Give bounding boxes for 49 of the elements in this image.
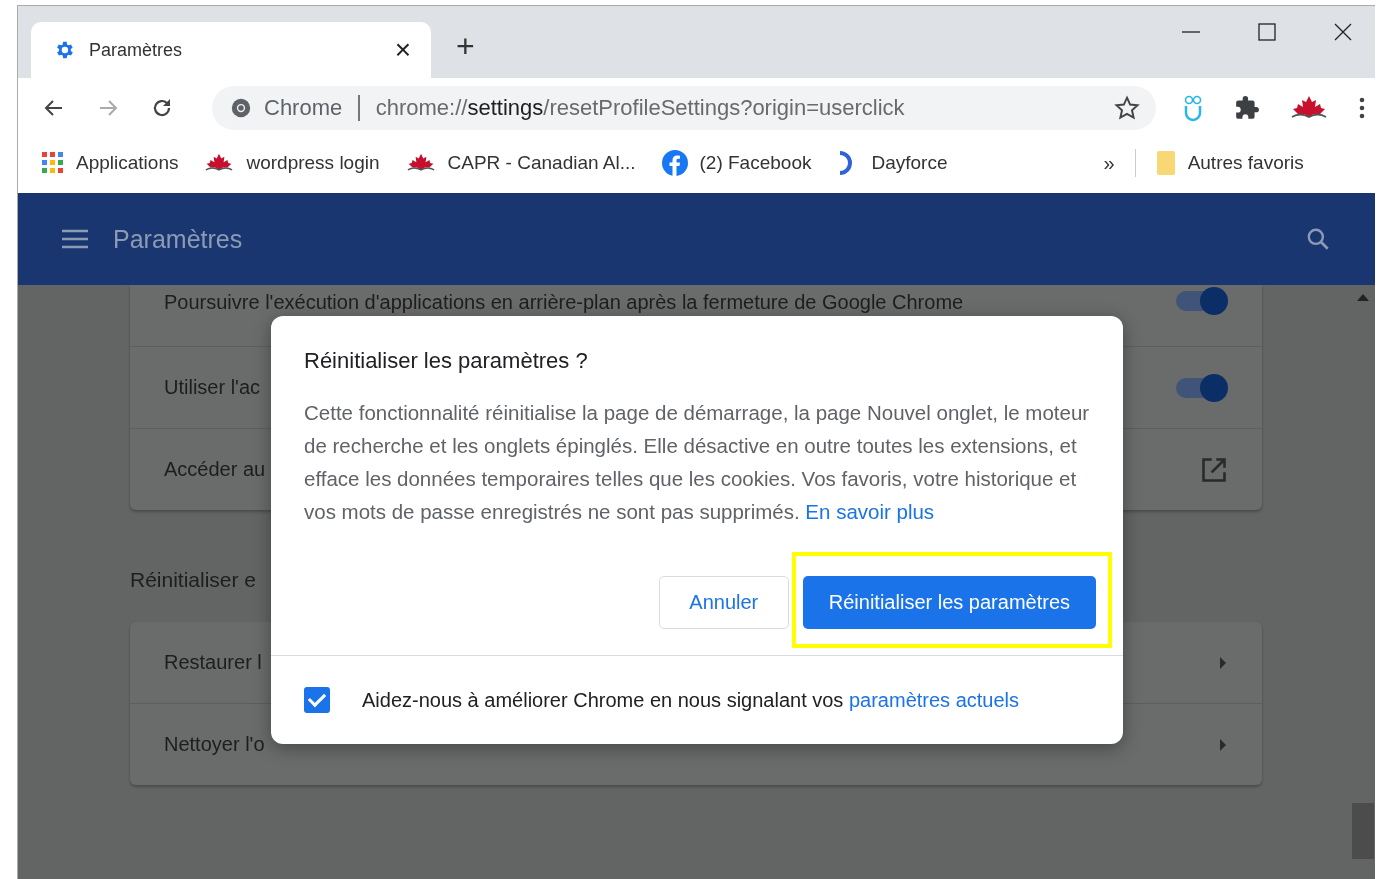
menu-icon[interactable] — [61, 228, 89, 250]
more-bookmarks-button[interactable]: » — [1103, 151, 1115, 175]
section-heading: Réinitialiser e — [130, 568, 258, 592]
close-icon[interactable] — [1333, 22, 1353, 42]
reset-button[interactable]: Réinitialiser les paramètres — [802, 576, 1096, 629]
menu-dots-icon[interactable] — [1358, 95, 1366, 121]
learn-more-link[interactable]: En savoir plus — [805, 500, 935, 523]
current-settings-link[interactable]: paramètres actuels — [848, 688, 1019, 711]
dialog-description: Cette fonctionnalité réinitialise la page de démarrage, la page Nouvel onglet, le moteur de recherche et les onglets épinglés. Elle désactive en outre toutes les extensions, et efface les données temporaires telles que les cookies. Vos favoris, votre historique et vos mots de passe enregistrés ne sont pas supprimés. En savoir plus — [304, 400, 1090, 525]
bookmark-item[interactable]: Applications — [42, 152, 179, 174]
folder-icon — [1155, 150, 1176, 176]
dialog-title: Réinitialiser les paramètres ? — [303, 347, 589, 374]
setting-label: Poursuivre l'exécution d'applications en arrière-plan après la fermeture de Google Chrome — [164, 291, 964, 314]
puzzle-icon[interactable] — [1234, 95, 1260, 121]
scrollbar-thumb[interactable] — [1352, 803, 1374, 859]
settings-title: Paramètres — [113, 224, 243, 254]
apps-grid-icon — [42, 152, 64, 174]
setting-label: Utiliser l'ac — [164, 376, 261, 399]
bookmark-item[interactable]: Dayforce — [837, 150, 948, 176]
address-bar[interactable]: Chrome chrome://settings/resetProfileSettings?origin=userclick — [212, 86, 1156, 130]
setting-label: Accéder au — [164, 458, 266, 481]
owl-extension-icon[interactable] — [1182, 94, 1204, 122]
cancel-button[interactable]: Annuler — [658, 576, 789, 629]
tab-close-button[interactable]: × — [394, 34, 411, 66]
maple-leaf-icon[interactable] — [1290, 95, 1328, 121]
maple-leaf-icon — [204, 153, 235, 173]
facebook-logo-icon — [661, 150, 688, 176]
scroll-up-icon[interactable] — [1357, 293, 1369, 301]
maximize-icon[interactable] — [1257, 22, 1277, 42]
star-icon[interactable] — [1114, 95, 1140, 121]
caret-right-icon[interactable] — [1218, 736, 1228, 753]
site-label: Chrome — [264, 95, 343, 121]
tab-title: Paramètres — [89, 39, 184, 61]
browser-tab[interactable]: Paramètres × — [31, 22, 431, 78]
search-icon[interactable] — [1305, 226, 1331, 252]
maple-leaf-icon — [405, 153, 436, 173]
chrome-logo-icon — [230, 97, 252, 119]
bookmark-item[interactable]: CAPR - Canadian Al... — [405, 152, 636, 174]
other-bookmarks-folder[interactable]: Autres favoris — [1155, 150, 1304, 176]
report-consent-text: Aidez-nous à améliorer Chrome en nous signalant vos paramètres actuels — [362, 688, 1019, 712]
setting-label: Nettoyer l'o — [164, 733, 265, 756]
caret-right-icon[interactable] — [1218, 654, 1228, 671]
bookmark-item[interactable]: (2) Facebook — [661, 150, 812, 176]
external-link-icon[interactable] — [1200, 455, 1228, 484]
url-text: chrome://settings/resetProfileSettings?origin=userclick — [375, 95, 905, 121]
bookmark-item[interactable]: wordpress login — [204, 152, 380, 174]
setting-label: Restaurer l — [164, 651, 262, 674]
new-tab-button[interactable]: + — [456, 27, 475, 65]
checkbox[interactable] — [304, 687, 330, 713]
